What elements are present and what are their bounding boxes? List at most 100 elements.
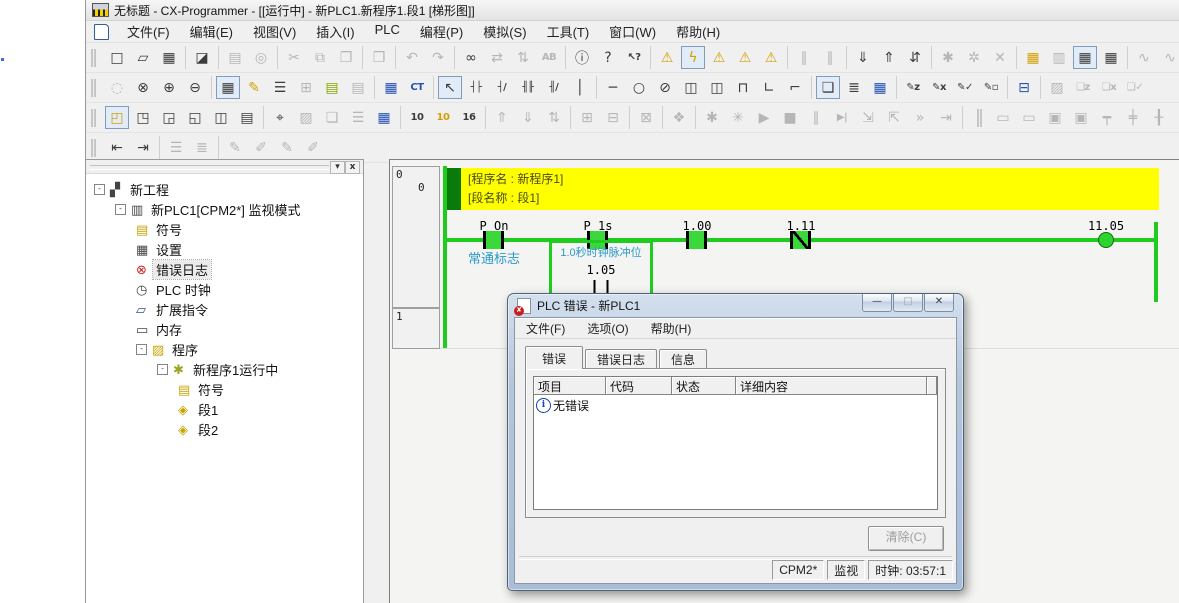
contact-105[interactable] (594, 280, 609, 294)
tree-item[interactable]: ▱扩展指令 (88, 299, 363, 319)
copy-button[interactable]: ⧉ (308, 46, 332, 69)
toggle-plc-monitor-button[interactable]: ▦ (1021, 46, 1045, 69)
monitor-view-7-button[interactable]: ╂ (1147, 106, 1171, 129)
output-coil-1105[interactable] (1098, 232, 1114, 248)
help-button[interactable]: ? (596, 46, 620, 69)
expander-icon[interactable]: - (157, 364, 168, 375)
close-icon[interactable]: x (345, 161, 360, 174)
force-off-button[interactable]: ✲ (962, 46, 986, 69)
toggle-xref-window-button[interactable]: ◱ (183, 106, 207, 129)
new-contact-button[interactable]: ┤├ (464, 76, 488, 99)
tree-item[interactable]: ▤符号 (88, 219, 363, 239)
dialog-menu-item[interactable]: 选项(O) (576, 320, 639, 337)
tree-item[interactable]: -✱新程序1运行中 (88, 359, 363, 379)
open-file-button[interactable]: ▱ (131, 46, 155, 69)
set-off-button[interactable]: ⇓ (516, 106, 540, 129)
transfer-program-button[interactable]: ⊞ (575, 106, 599, 129)
rung-wrap-button[interactable]: ≣ (190, 136, 214, 159)
monitor-view-2-button[interactable]: ▭ (1017, 106, 1041, 129)
toolbar-grip[interactable] (91, 109, 93, 127)
ct-view-button[interactable]: CT (405, 76, 429, 99)
minimize-button[interactable]: — (862, 294, 892, 312)
monitor-view-4-button[interactable]: ▣ (1069, 106, 1093, 129)
toggle-output-window-button[interactable]: ◳ (131, 106, 155, 129)
menu-item[interactable]: 窗口(W) (599, 22, 666, 41)
menu-item[interactable]: 帮助(H) (666, 22, 730, 41)
clear-button[interactable]: 清除(C) (868, 526, 944, 551)
toggle-project-tree-button[interactable]: ◰ (105, 106, 129, 129)
monitor-view-6-button[interactable]: ╪ (1121, 106, 1145, 129)
force-clear-button[interactable]: ✎▫ (979, 76, 1003, 99)
pause-sim-button[interactable]: ∥ (804, 106, 828, 129)
compare-with-plc-button[interactable]: ⇵ (903, 46, 927, 69)
column-header[interactable]: 详细内容 (736, 377, 927, 395)
expander-icon[interactable]: - (115, 204, 126, 215)
edit-percent-button[interactable]: ✎ (275, 136, 299, 159)
monitor-decimal-button[interactable]: 10 (405, 106, 429, 129)
data-trace-button[interactable]: ▦ (372, 106, 396, 129)
tree-item[interactable]: ▦设置 (88, 239, 363, 259)
set-on-button[interactable]: ⇑ (490, 106, 514, 129)
toolbar-grip[interactable] (91, 139, 93, 157)
new-or-contact-button[interactable]: ╢╟ (516, 76, 540, 99)
new-function-block-button[interactable]: ⊓ (731, 76, 755, 99)
indent-rung-button[interactable]: ⇥ (131, 136, 155, 159)
about-button[interactable]: ⓘ (570, 46, 594, 69)
dialog-menu-item[interactable]: 帮助(H) (640, 320, 703, 337)
maximize-button[interactable]: □ (893, 294, 923, 312)
rung-comment-block[interactable]: [程序名 : 新程序1] [段名称 : 段1] (447, 168, 1159, 210)
scan-run-button[interactable]: ⇥ (934, 106, 958, 129)
print-preview-button[interactable]: ◎ (249, 46, 273, 69)
menu-item[interactable]: 模拟(S) (473, 22, 536, 41)
force-cancel-button[interactable]: ✕ (988, 46, 1012, 69)
swap-value-button[interactable]: ⇅ (542, 106, 566, 129)
new-closed-contact-button[interactable]: ┤/ (490, 76, 514, 99)
step-run-button[interactable]: ▶| (830, 106, 854, 129)
pause-monitoring-button[interactable]: ▥ (1047, 46, 1071, 69)
contact-pon[interactable] (483, 231, 504, 249)
replace-button[interactable]: ⇄ (485, 46, 509, 69)
tree-item[interactable]: ◈段2 (88, 419, 363, 439)
monitor-view-3-button[interactable]: ▣ (1043, 106, 1067, 129)
local-symbols-button[interactable]: ▤ (346, 76, 370, 99)
print-button[interactable]: ▤ (223, 46, 247, 69)
binary-monitor-button[interactable]: ⊟ (1012, 76, 1036, 99)
monitor-view-5-button[interactable]: ┯ (1095, 106, 1119, 129)
contact-111-closed[interactable] (790, 231, 811, 249)
paste-button[interactable]: ❒ (334, 46, 358, 69)
force-set-button[interactable]: ✎z (901, 76, 925, 99)
continuous-step-button[interactable]: » (908, 106, 932, 129)
monitor-view-1-button[interactable]: ▭ (991, 106, 1015, 129)
new-or-closed-contact-button[interactable]: ╢/ (542, 76, 566, 99)
resume-hand-button[interactable]: ✳ (726, 106, 750, 129)
pause-hand-button[interactable]: ✱ (700, 106, 724, 129)
step-out-button[interactable]: ⇱ (882, 106, 906, 129)
force-toggle-button[interactable]: ✎✓ (953, 76, 977, 99)
contact-100[interactable] (686, 231, 707, 249)
watch-window-button[interactable]: ▦ (379, 76, 403, 99)
online-edit-send-button[interactable]: ⊠ (634, 106, 658, 129)
zoom-in-button[interactable]: ⊕ (157, 76, 181, 99)
cut-button[interactable]: ✂ (282, 46, 306, 69)
column-header[interactable]: 项目 (534, 377, 606, 395)
monitor-sampling-button[interactable]: ▦ (1099, 46, 1123, 69)
monitor-bit-button[interactable]: ▨ (1045, 76, 1069, 99)
rung-margin-0[interactable] (392, 166, 440, 308)
download-to-plc-button[interactable]: ⇓ (851, 46, 875, 69)
edit-comment-button[interactable]: ✎ (242, 76, 266, 99)
new-coil-button[interactable]: ○ (627, 76, 651, 99)
address-reference-tool-button[interactable]: ⌖ (268, 106, 292, 129)
differential-monitor-button[interactable]: ∿ (1132, 46, 1156, 69)
show-grid-button[interactable]: ▦ (216, 76, 240, 99)
dock-grip[interactable] (90, 165, 329, 170)
upload-from-plc-button[interactable]: ⇑ (877, 46, 901, 69)
dialog-tab[interactable]: 错误日志 (585, 349, 657, 368)
edit-original-button[interactable]: ✐ (249, 136, 273, 159)
check-list-button[interactable]: ☰ (346, 106, 370, 129)
new-horizontal-button[interactable]: ─ (601, 76, 625, 99)
zoom-fit-button[interactable]: ◌ (105, 76, 129, 99)
pause-button[interactable]: ∥ (818, 46, 842, 69)
stop-operation-button[interactable]: ❖ (667, 106, 691, 129)
workspace-header[interactable]: ▾ x (86, 160, 363, 174)
edit-disable-button[interactable]: ✐ (301, 136, 325, 159)
